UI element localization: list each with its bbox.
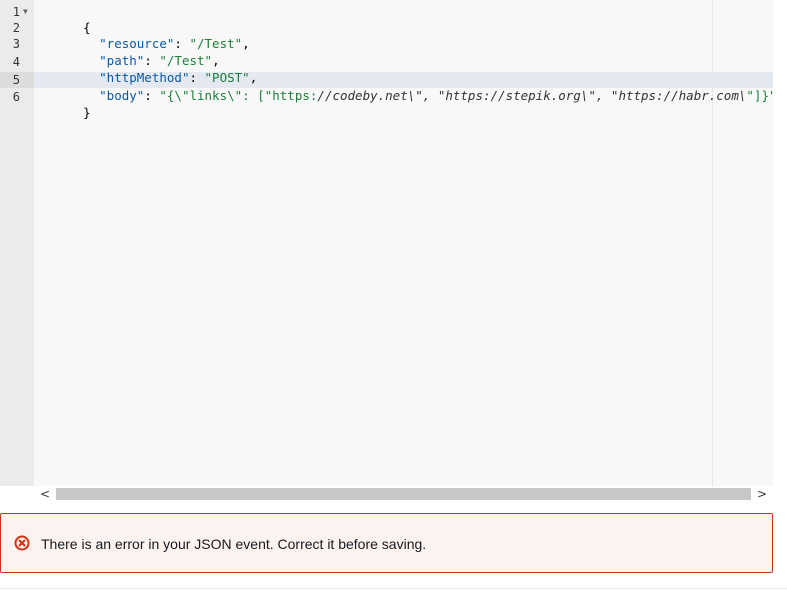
fold-arrow-icon[interactable]: ▼ <box>23 4 28 20</box>
error-circle-x-icon <box>14 535 30 551</box>
code-line-1[interactable]: { <box>38 4 91 35</box>
code-line-2[interactable]: "resource": "/Test", <box>54 20 250 51</box>
json-key: "body" <box>99 88 145 103</box>
line-number-gutter: 1 ▼ 2 3 4 5 6 <box>0 0 34 486</box>
error-alert: There is an error in your JSON event. Co… <box>0 513 773 573</box>
line-number-active: 5 <box>0 72 34 88</box>
divider <box>0 588 787 589</box>
horizontal-scrollbar[interactable]: < > <box>34 486 773 502</box>
line-number: 2 <box>0 20 34 36</box>
code-line-5[interactable]: "body": "{\"links\": ["https://codeby.ne… <box>54 72 773 103</box>
line-number: 1 ▼ <box>0 4 34 20</box>
json-value-start: "{\"links\": ["https: <box>159 88 318 103</box>
json-value-end: "]}" <box>746 88 773 103</box>
code-line-4[interactable]: "httpMethod": "POST", <box>54 54 257 85</box>
line-number: 3 <box>0 36 34 52</box>
scroll-track[interactable] <box>56 488 751 500</box>
line-number-text: 6 <box>12 90 20 104</box>
scroll-thumb[interactable] <box>56 488 751 500</box>
line-number-text: 3 <box>12 37 20 51</box>
line-number-text: 2 <box>12 21 20 35</box>
error-message: There is an error in your JSON event. Co… <box>41 536 427 552</box>
scroll-left-button[interactable]: < <box>34 486 56 502</box>
code-line-3[interactable]: "path": "/Test", <box>54 37 219 68</box>
line-number-text: 4 <box>12 55 20 69</box>
line-number: 4 <box>0 54 34 70</box>
scroll-right-button[interactable]: > <box>751 486 773 502</box>
code-content[interactable]: { "resource": "/Test", "path": "/Test", … <box>34 0 773 486</box>
line-number-text: 1 <box>12 5 20 19</box>
code-line-6[interactable]: } <box>38 89 91 120</box>
line-number: 6 <box>0 89 34 105</box>
line-number-text: 5 <box>12 73 20 87</box>
json-value-links: //codeby.net\", "https://stepik.org\", "… <box>317 88 747 103</box>
json-comma: , <box>242 36 250 51</box>
json-editor[interactable]: 1 ▼ 2 3 4 5 6 { "resource": "/Test", "pa… <box>0 0 773 486</box>
close-brace: } <box>83 105 91 120</box>
json-separator: : <box>144 88 160 103</box>
